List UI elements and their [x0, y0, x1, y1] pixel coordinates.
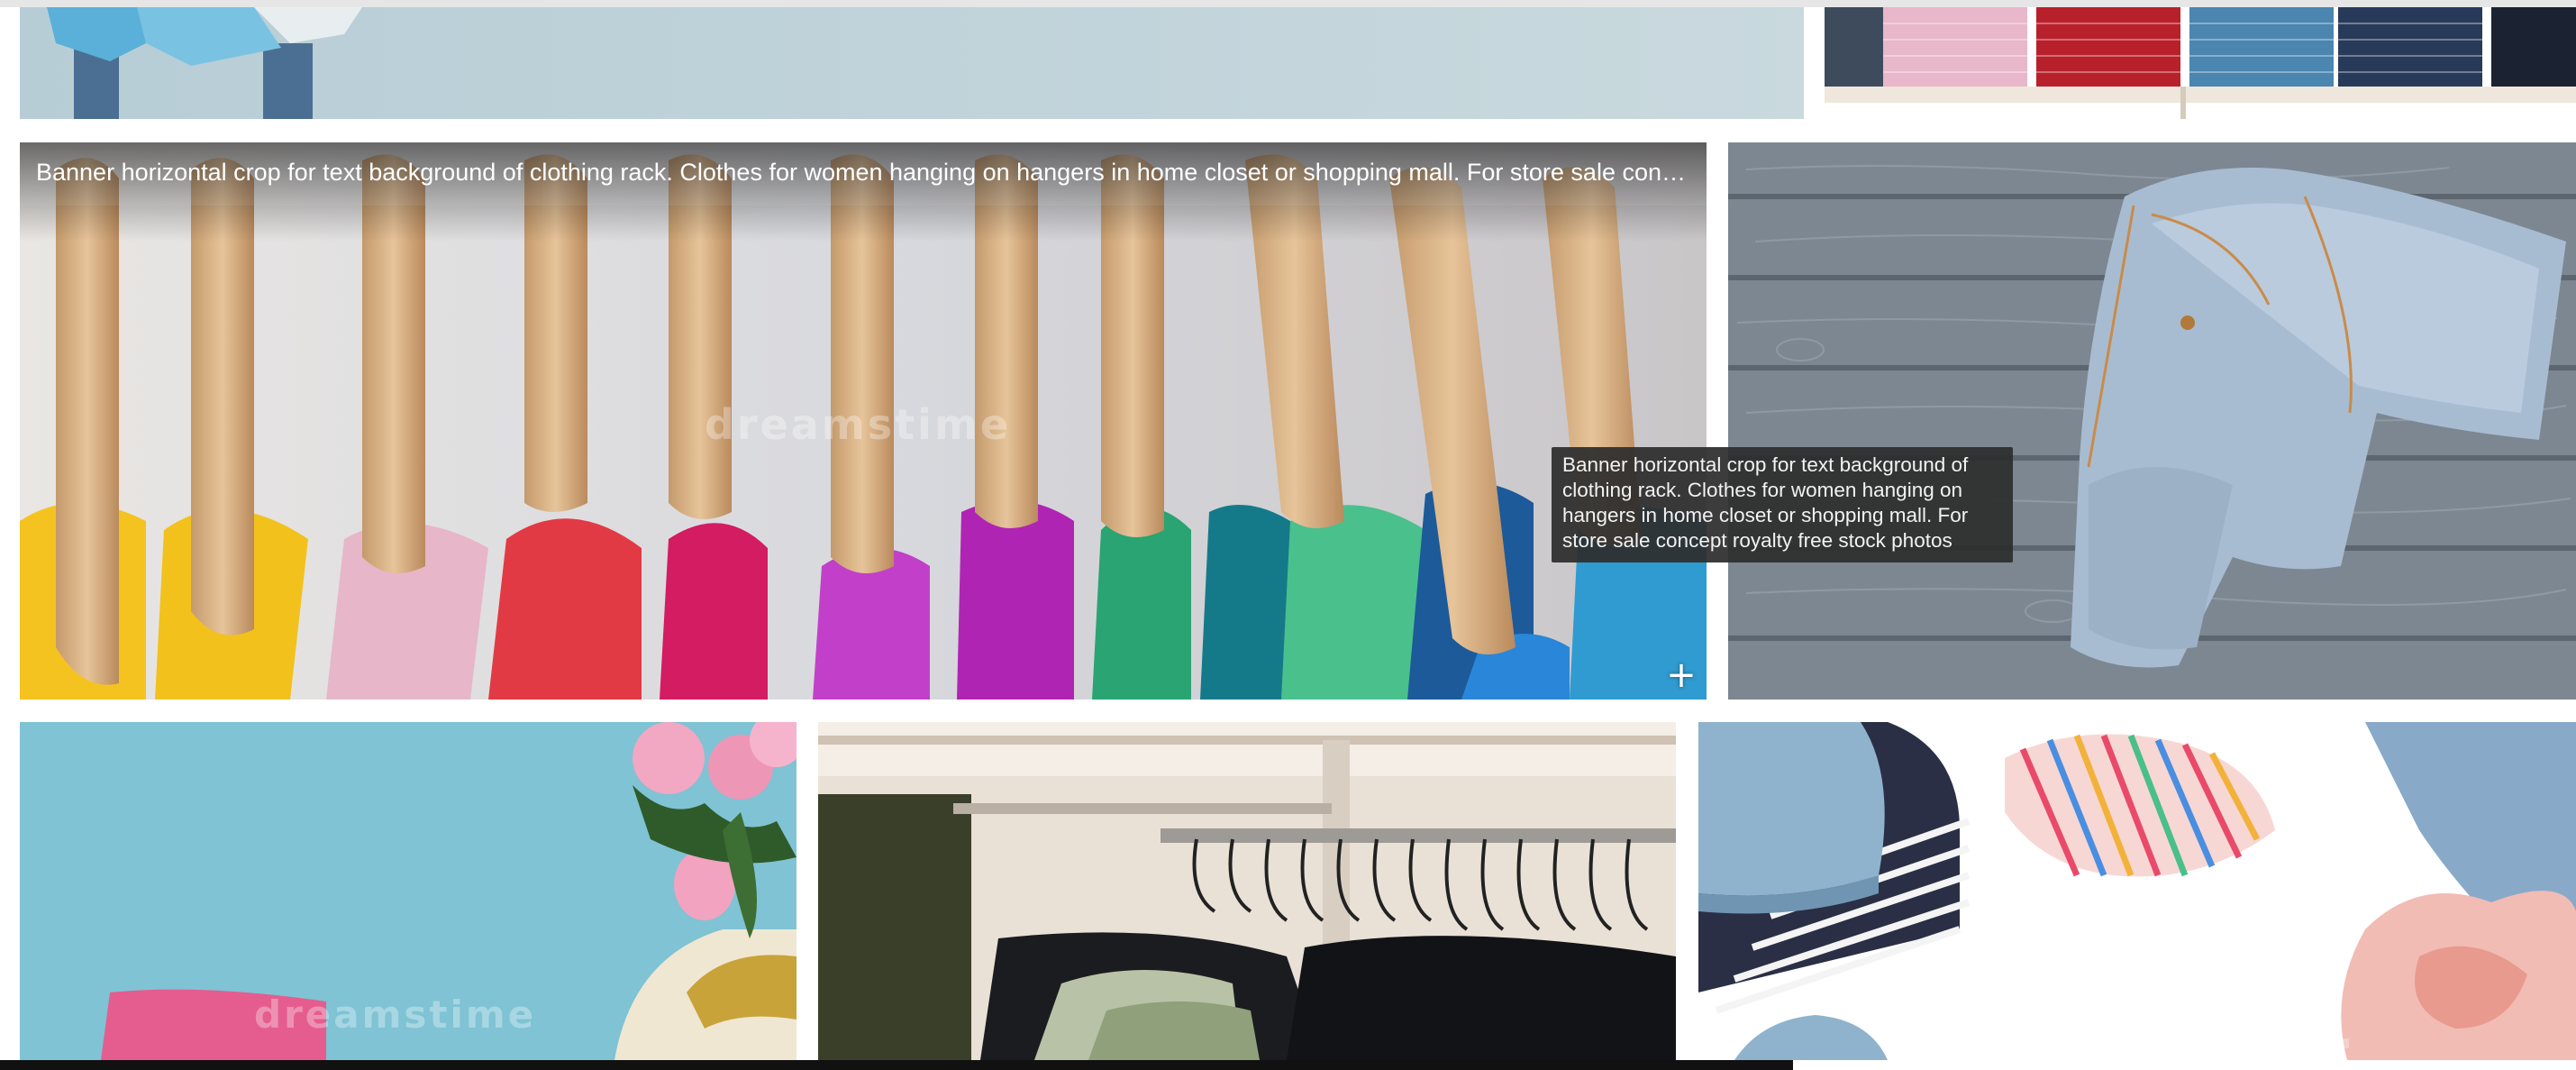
plus-icon: +: [1666, 654, 1697, 696]
photo-caption: Banner horizontal crop for text backgrou…: [20, 142, 1707, 242]
shopping-bags-image: [20, 7, 1804, 119]
photo-tile-folded-shirts[interactable]: [1825, 7, 2576, 119]
denim-shorts-image: [1728, 142, 2576, 700]
blue-flatlay-image: [20, 722, 796, 1060]
folded-shirts-image: [1825, 7, 2576, 119]
photo-tile-store-hangers[interactable]: [818, 722, 1676, 1060]
add-to-lightbox-button[interactable]: +: [1665, 657, 1698, 693]
photo-title-tooltip: Banner horizontal crop for text backgrou…: [1552, 447, 2013, 562]
summer-clothes-image: [1698, 722, 2576, 1060]
store-hangers-image: [818, 722, 1676, 1060]
stock-photo-gallery: dreamstime Banner horizontal crop for te…: [0, 0, 2576, 1070]
photo-tile-blue-flatlay[interactable]: dreamstime: [20, 722, 796, 1060]
photo-tile-shopping-bags[interactable]: [20, 7, 1804, 119]
photo-tile-clothing-rack[interactable]: dreamstime Banner horizontal crop for te…: [20, 142, 1707, 700]
photo-tile-summer-clothes[interactable]: dreamstime.: [1698, 722, 2576, 1060]
photo-tile-denim-shorts[interactable]: [1728, 142, 2576, 700]
top-edge: [0, 0, 2576, 7]
bottom-edge: [0, 1060, 1793, 1070]
